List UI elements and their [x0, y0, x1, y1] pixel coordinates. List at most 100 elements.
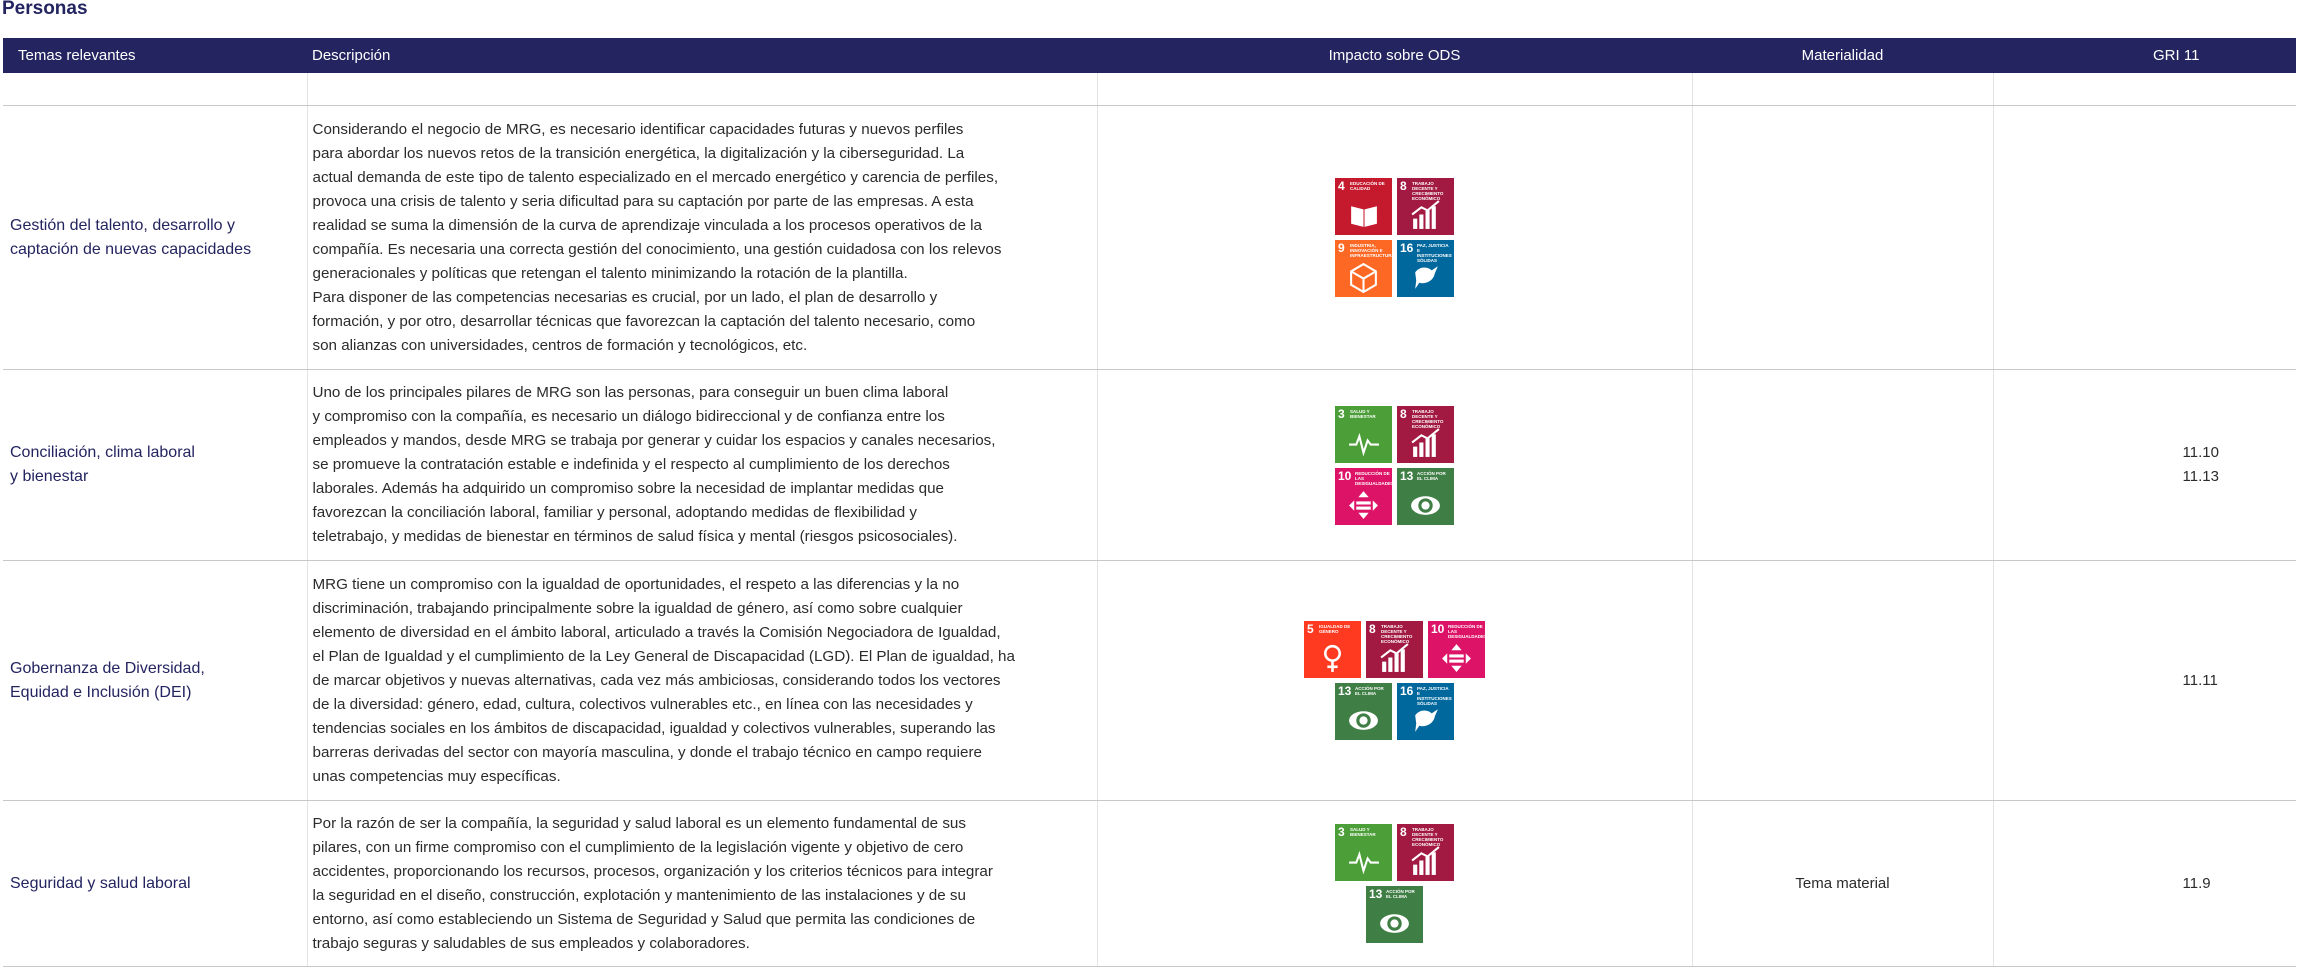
- header-description: Descripción: [307, 38, 1097, 73]
- sdg-label: Igualdad de género: [1319, 624, 1351, 634]
- sdg-icon-row: 10 Reducción de las desigualdades 13 Acción…: [1335, 467, 1454, 525]
- topic-cell: Gestión del talento, desarrollo y captac…: [3, 105, 307, 370]
- sdg-8-icon: 8 Trabajo decente y crecimiento económico: [1397, 824, 1454, 881]
- material-topics-table: Temas relevantes Descripción Impacto sob…: [3, 38, 2296, 967]
- sdg-icon-row: 3 Salud y bienestar 8 Trabajo decente y cre…: [1335, 824, 1454, 881]
- sdg-cell: 3 Salud y bienestar 8 Trabajo decente y cre…: [1096, 369, 1692, 561]
- sdg-4-icon: 4 Educación de calidad: [1335, 178, 1392, 235]
- sdg-9-icon: 9 Industria, innovación e infraestructura: [1335, 240, 1392, 297]
- sdg-icon-row: 3 Salud y bienestar 8 Trabajo decente y cre…: [1335, 405, 1454, 463]
- topic-line: Gestión del talento, desarrollo y: [10, 216, 236, 234]
- sdg-number: 16: [1400, 241, 1414, 255]
- sdg-13-icon: 13 Acción por el clima: [1335, 683, 1392, 740]
- description-paragraph: Por la razón de ser la compañía, la segu…: [312, 814, 993, 952]
- topic-line: Conciliación, clima laboral: [10, 444, 195, 461]
- sdg-number: 13: [1369, 887, 1383, 901]
- sdg-13-icon: 13 Acción por el clima: [1397, 467, 1454, 525]
- gri-cell: 11.11: [1992, 560, 2296, 801]
- sdg-number: 16: [1400, 684, 1414, 698]
- sdg-icons: 4 Educación de calidad 8 Trabajo decente y …: [1098, 178, 1692, 297]
- sdg-number: 8: [1369, 622, 1376, 636]
- sdg-icon-row: 5 Igualdad de género 8 Trabajo decente y cr…: [1304, 621, 1485, 678]
- sdg-icons: 5 Igualdad de género 8 Trabajo decente y cr…: [1098, 621, 1692, 740]
- description-cell: Considerando el negocio de MRG, es neces…: [306, 105, 1097, 370]
- sdg-cell: 4 Educación de calidad 8 Trabajo decente y …: [1096, 105, 1692, 370]
- sdg-8-icon: 8 Trabajo decente y crecimiento económico: [1397, 405, 1454, 463]
- gri-cell: [1992, 105, 2296, 370]
- description-paragraph: Uno de los principales pilares de MRG so…: [312, 384, 996, 545]
- gri-cell: 11.10 11.13: [1992, 369, 2296, 561]
- topic-cell: Seguridad y salud laboral: [3, 800, 307, 967]
- materiality-cell: Tema material: [1691, 800, 1993, 967]
- sdg-3-icon: 3 Salud y bienestar: [1335, 405, 1392, 463]
- description-paragraph: Para disponer de las competencias necesa…: [312, 288, 976, 354]
- sdg-13-icon: 13 Acción por el clima: [1366, 886, 1423, 943]
- sdg-number: 3: [1338, 825, 1345, 839]
- materiality-cell: [1691, 105, 1993, 370]
- sdg-number: 10: [1431, 622, 1445, 636]
- sdg-icon-row: 9 Industria, innovación e infraestructura…: [1335, 240, 1454, 297]
- topic-cell: Gobernanza de Diversidad, Equidad e Incl…: [3, 560, 307, 801]
- sdg-label: Reducción de las desigualdades: [1448, 624, 1485, 639]
- sdg-label: Salud y bienestar: [1350, 408, 1376, 419]
- sdg-number: 4: [1338, 179, 1345, 193]
- sdg-number: 8: [1400, 825, 1407, 839]
- description-paragraph: MRG tiene un compromiso con la igualdad …: [312, 575, 1015, 785]
- description-paragraph: Considerando el negocio de MRG, es neces…: [312, 120, 1002, 282]
- sdg-label: Acción por el clima: [1355, 686, 1384, 696]
- sdg-label: Educación de calidad: [1350, 181, 1385, 191]
- materiality-cell: [1691, 369, 1993, 561]
- header-materiality: Materialidad: [1692, 38, 1993, 73]
- gri-codes: 11.11: [2182, 671, 2218, 689]
- sdg-number: 10: [1338, 468, 1352, 483]
- table-row: Gobernanza de Diversidad, Equidad e Incl…: [3, 560, 2296, 801]
- gri-cell: 11.9: [1992, 800, 2296, 967]
- sdg-label: Reducción de las desigualdades: [1355, 470, 1392, 486]
- header-gri: GRI 11: [1993, 38, 2296, 73]
- sdg-label: Acción por el clima: [1386, 889, 1415, 899]
- sdg-icons: 3 Salud y bienestar 8 Trabajo decente y cre…: [1098, 824, 1692, 943]
- description-cell: MRG tiene un compromiso con la igualdad …: [306, 560, 1097, 801]
- sdg-number: 13: [1338, 684, 1352, 698]
- sdg-label: Salud y bienestar: [1350, 827, 1376, 837]
- topic-cell: Conciliación, clima laboral y bienestar: [3, 369, 307, 561]
- section-title: Personas: [2, 0, 88, 19]
- header-sdg-impact: Impacto sobre ODS: [1097, 38, 1692, 73]
- sdg-16-icon: 16 Paz, justicia e instituciones sólidas: [1397, 683, 1454, 740]
- sdg-number: 8: [1400, 179, 1407, 193]
- table-row: Gestión del talento, desarrollo y captac…: [3, 105, 2296, 370]
- sdg-8-icon: 8 Trabajo decente y crecimiento económico: [1366, 621, 1423, 678]
- table-row: Seguridad y salud laboral Por la razón d…: [3, 800, 2296, 967]
- sdg-number: 13: [1400, 468, 1414, 483]
- description-cell: Uno de los principales pilares de MRG so…: [306, 369, 1097, 561]
- spacer-row: [3, 73, 2296, 106]
- sdg-icon-row: 13 Acción por el clima 16 Paz, justicia e i…: [1335, 683, 1454, 740]
- sdg-number: 9: [1338, 241, 1345, 255]
- sdg-number: 3: [1338, 406, 1345, 421]
- materiality-cell: [1691, 560, 1993, 801]
- table-row: Conciliación, clima laboral y bienestar …: [3, 369, 2296, 561]
- sdg-label: Industria, innovación e infraestructura: [1350, 243, 1392, 258]
- sdg-10-icon: 10 Reducción de las desigualdades: [1428, 621, 1485, 678]
- sdg-icon-row: 4 Educación de calidad 8 Trabajo decente y …: [1335, 178, 1454, 235]
- table-header-row: Temas relevantes Descripción Impacto sob…: [3, 38, 2296, 73]
- sdg-icon-row: 13 Acción por el clima: [1366, 886, 1423, 943]
- topic-line: y bienestar: [10, 468, 89, 485]
- topic-line: captación de nuevas capacidades: [10, 240, 252, 258]
- topic-line: Seguridad y salud laboral: [10, 874, 191, 892]
- gri-codes: 11.9: [2182, 874, 2211, 892]
- sdg-3-icon: 3 Salud y bienestar: [1335, 824, 1392, 881]
- gri-codes: 11.10 11.13: [2182, 444, 2219, 485]
- description-cell: Por la razón de ser la compañía, la segu…: [306, 800, 1097, 967]
- sdg-8-icon: 8 Trabajo decente y crecimiento económico: [1397, 178, 1454, 235]
- sdg-5-icon: 5 Igualdad de género: [1304, 621, 1361, 678]
- sdg-label: Acción por el clima: [1417, 470, 1446, 481]
- header-topics: Temas relevantes: [3, 38, 307, 73]
- sdg-number: 8: [1400, 406, 1407, 421]
- topic-line: Equidad e Inclusión (DEI): [10, 683, 192, 701]
- sdg-cell: 3 Salud y bienestar 8 Trabajo decente y cre…: [1096, 800, 1692, 967]
- sdg-16-icon: 16 Paz, justicia e instituciones sólidas: [1397, 240, 1454, 297]
- sdg-10-icon: 10 Reducción de las desigualdades: [1335, 467, 1392, 525]
- sdg-number: 5: [1307, 622, 1314, 636]
- topic-line: Gobernanza de Diversidad,: [10, 659, 205, 677]
